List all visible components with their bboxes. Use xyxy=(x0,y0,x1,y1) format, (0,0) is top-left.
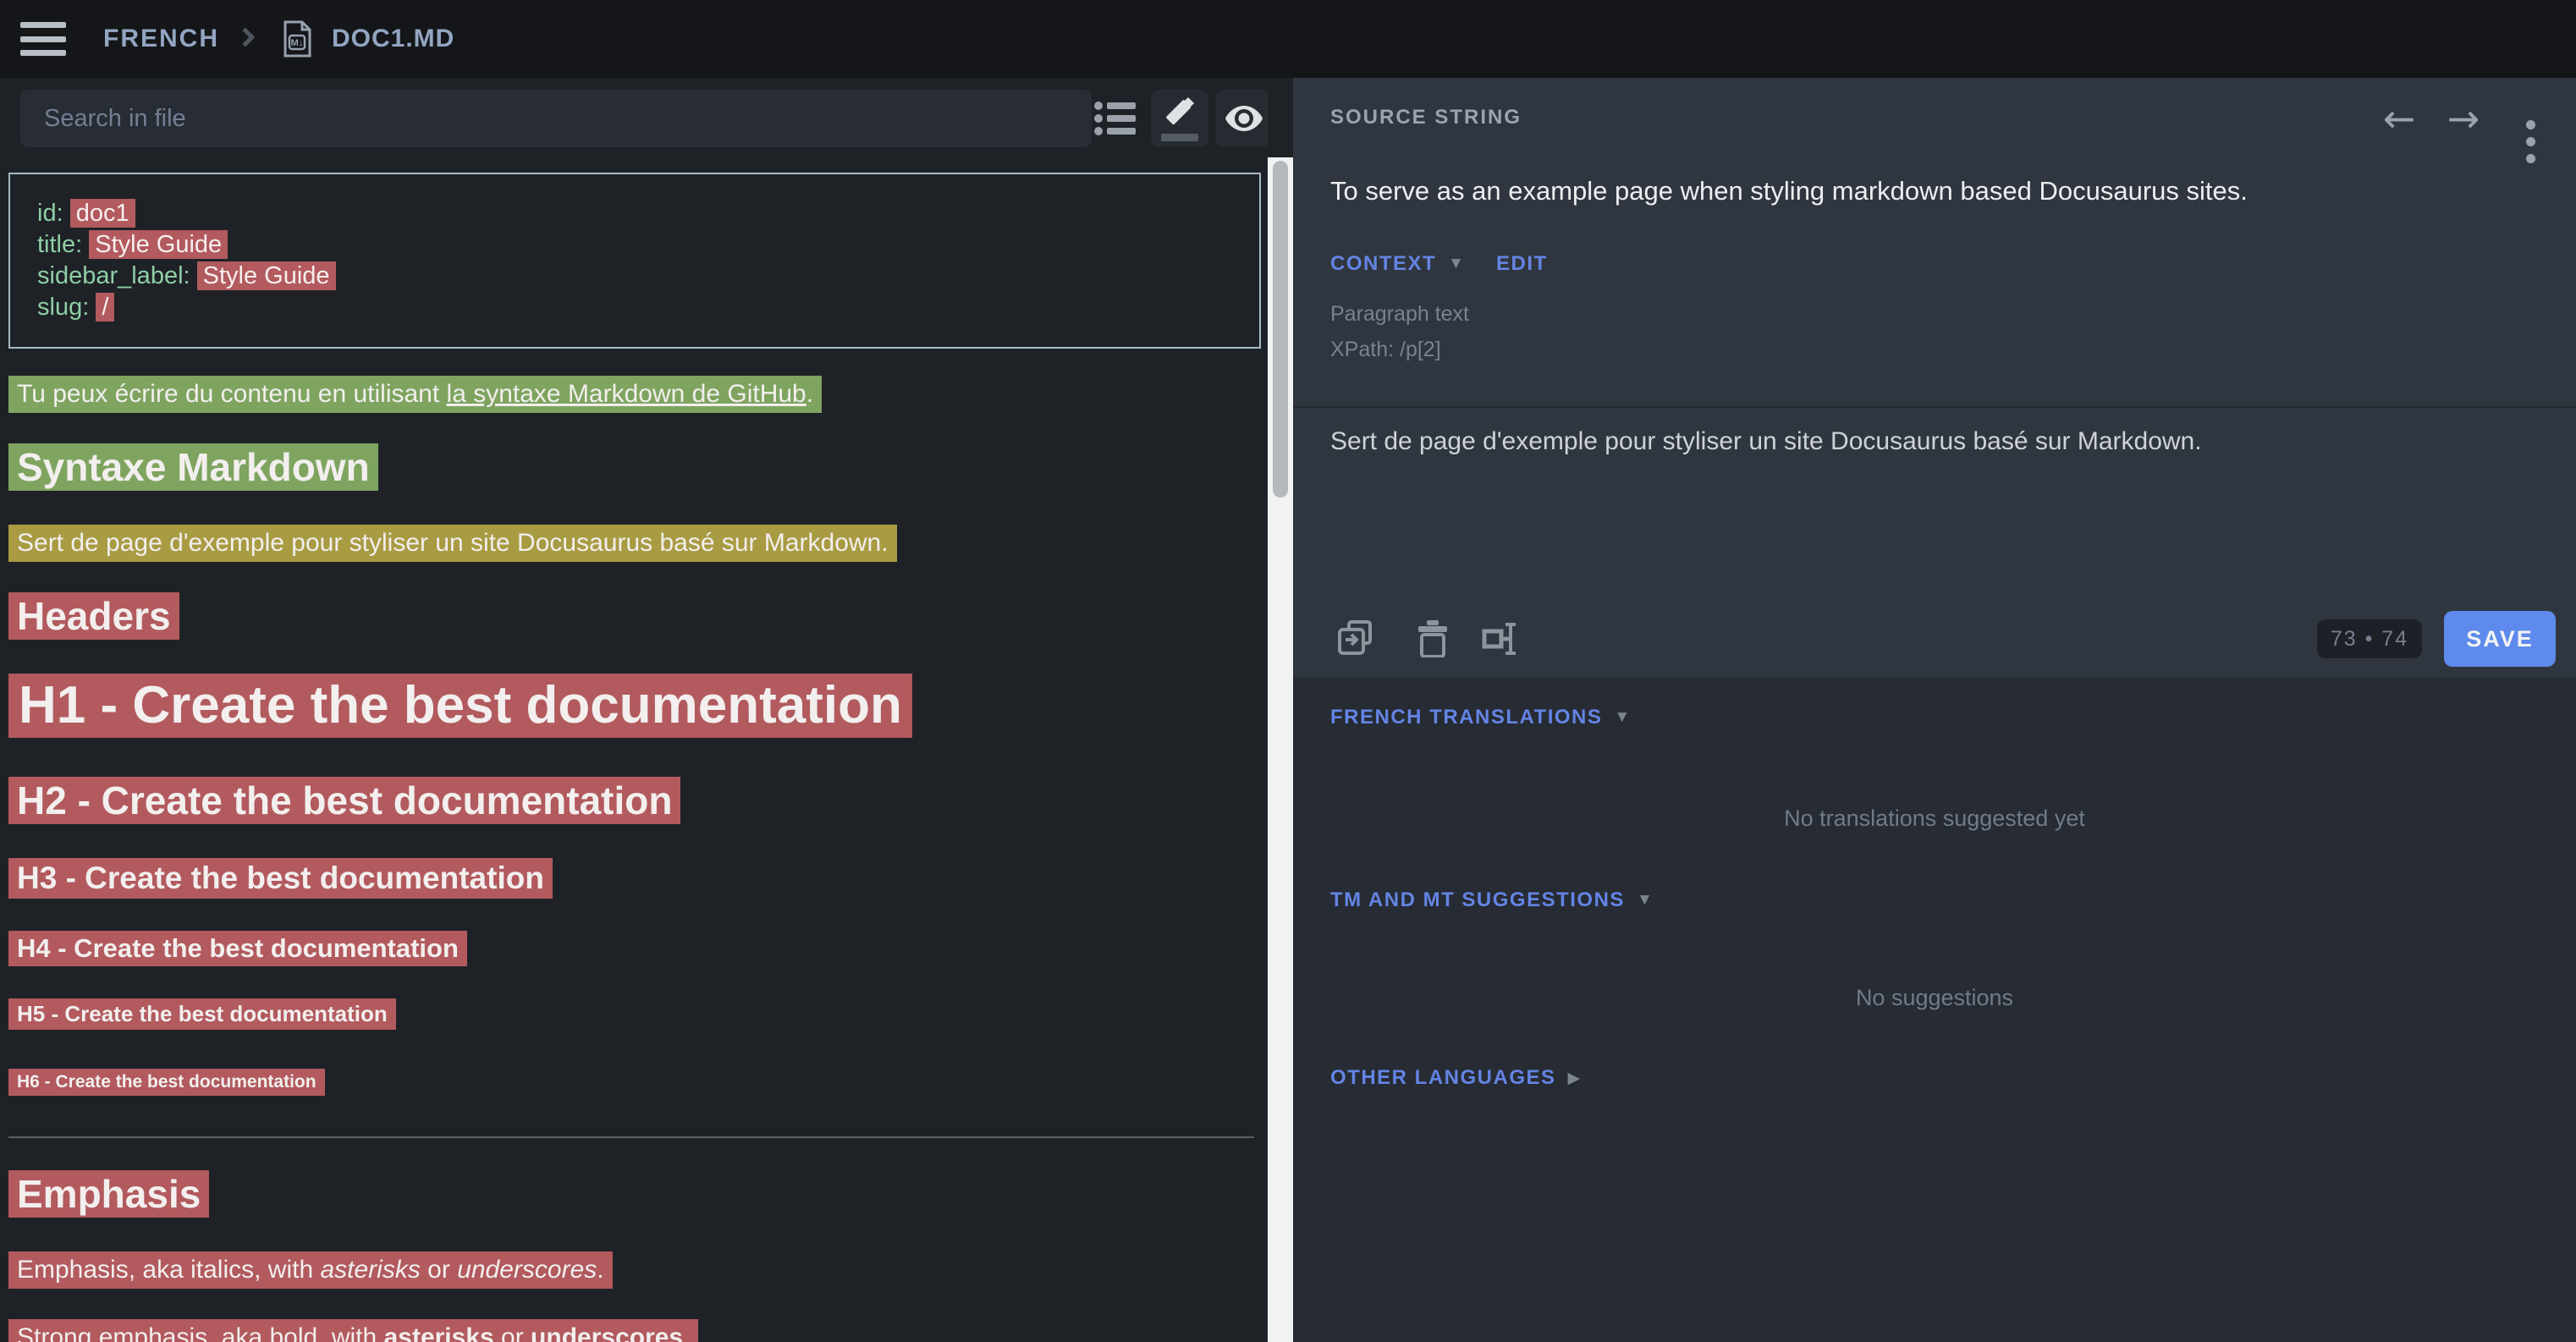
frontmatter-key: id: xyxy=(37,200,70,227)
frontmatter-line: sidebar_label: Style Guide xyxy=(37,261,1232,292)
document-body: Tu peux écrire du contenu en utilisant l… xyxy=(8,376,1261,1342)
chevron-right-icon: ▶ xyxy=(1568,1069,1581,1088)
doc-string[interactable]: Emphasis xyxy=(8,1170,209,1218)
frontmatter-line: id: doc1 xyxy=(37,198,1232,229)
frontmatter-line: slug: / xyxy=(37,292,1232,323)
next-string-icon[interactable]: → xyxy=(2438,95,2489,142)
svg-text:M↓: M↓ xyxy=(291,38,304,48)
doc-string[interactable]: H1 - Create the best documentation xyxy=(8,674,912,738)
tm-section-toggle[interactable]: TM AND MT SUGGESTIONS xyxy=(1330,888,1625,912)
text-segment: H5 - Create the best documentation xyxy=(17,1001,388,1026)
doc-string[interactable]: H2 - Create the best documentation xyxy=(8,777,680,824)
text-segment: . xyxy=(683,1323,690,1342)
doc-string-selected[interactable]: Sert de page d'exemple pour styliser un … xyxy=(8,525,897,562)
text-segment: H6 - Create the best documentation xyxy=(17,1072,316,1092)
section-divider xyxy=(1293,406,2576,408)
text-segment: Emphasis xyxy=(17,1172,201,1216)
doc-string[interactable]: H3 - Create the best documentation xyxy=(8,858,553,899)
character-counter: 73 • 74 xyxy=(2317,619,2422,658)
text-segment: Headers xyxy=(17,594,171,638)
text-segment: Syntaxe Markdown xyxy=(17,445,370,489)
preview-eye-icon[interactable] xyxy=(1215,90,1268,147)
markdown-file-icon: M↓ xyxy=(283,20,311,58)
translation-panel: SOURCE STRING ← → To serve as an example… xyxy=(1293,78,2576,1342)
context-line: XPath: /p[2] xyxy=(1330,332,1469,367)
text-segment: underscores xyxy=(531,1323,683,1342)
text-segment: or xyxy=(494,1323,531,1342)
save-button[interactable]: SAVE xyxy=(2444,611,2556,667)
inline-link[interactable]: la syntaxe Markdown de GitHub xyxy=(447,380,806,408)
copy-source-icon[interactable] xyxy=(1334,616,1379,662)
translations-section-toggle[interactable]: FRENCH TRANSLATIONS xyxy=(1330,706,1602,729)
chevron-down-icon: ▼ xyxy=(1448,255,1464,273)
text-segment: H3 - Create the best documentation xyxy=(17,861,544,895)
topbar: FRENCH M↓ DOC1.MD xyxy=(0,0,2576,78)
other-languages-toggle[interactable]: OTHER LANGUAGES xyxy=(1330,1066,1556,1090)
text-segment: . xyxy=(806,380,813,408)
doc-string[interactable]: H6 - Create the best documentation xyxy=(8,1069,325,1096)
chevron-down-icon: ▼ xyxy=(1637,891,1653,910)
edit-context-button[interactable]: EDIT xyxy=(1496,252,1548,276)
frontmatter-key: title: xyxy=(37,231,89,258)
text-segment: underscores xyxy=(457,1256,597,1284)
text-segment: asterisks xyxy=(384,1323,494,1342)
text-segment: . xyxy=(597,1256,603,1284)
doc-string[interactable]: Strong emphasis, aka bold, with asterisk… xyxy=(8,1319,698,1342)
scrollbar-thumb[interactable] xyxy=(1273,161,1288,498)
text-segment: or xyxy=(421,1256,457,1284)
text-segment: H2 - Create the best documentation xyxy=(17,778,672,822)
horizontal-rule xyxy=(8,1136,1254,1138)
frontmatter-value[interactable]: / xyxy=(96,293,114,322)
special-characters-icon[interactable] xyxy=(1478,616,1523,662)
breadcrumb-file[interactable]: DOC1.MD xyxy=(332,25,454,53)
tm-empty-message: No suggestions xyxy=(1293,985,2576,1011)
frontmatter-key: sidebar_label: xyxy=(37,262,197,289)
frontmatter-value[interactable]: Style Guide xyxy=(89,230,228,259)
doc-string[interactable]: Emphasis, aka italics, with asterisks or… xyxy=(8,1251,613,1289)
doc-string[interactable]: Tu peux écrire du contenu en utilisant l… xyxy=(8,376,822,413)
frontmatter-value[interactable]: doc1 xyxy=(70,199,135,228)
text-segment: Strong emphasis, aka bold, with xyxy=(17,1323,384,1342)
more-options-icon[interactable] xyxy=(2505,95,2556,142)
delete-translation-icon[interactable] xyxy=(1410,616,1456,662)
context-line: Paragraph text xyxy=(1330,296,1469,332)
text-segment: asterisks xyxy=(320,1256,420,1284)
context-info: Paragraph text XPath: /p[2] xyxy=(1330,296,1469,367)
doc-string[interactable]: H4 - Create the best documentation xyxy=(8,931,467,966)
doc-string[interactable]: H5 - Create the best documentation xyxy=(8,998,396,1030)
chevron-right-icon xyxy=(236,28,256,47)
text-segment: Tu peux écrire du contenu en utilisant xyxy=(17,380,447,408)
menu-icon[interactable] xyxy=(20,22,66,56)
editor-panel: id: doc1title: Style Guidesidebar_label:… xyxy=(0,78,1268,1342)
edit-mode-icon[interactable] xyxy=(1151,90,1208,147)
frontmatter-value[interactable]: Style Guide xyxy=(197,261,336,290)
translation-input[interactable] xyxy=(1330,425,2540,594)
frontmatter-key: slug: xyxy=(37,294,96,321)
context-toggle[interactable]: CONTEXT xyxy=(1330,252,1436,276)
document-preview: id: doc1title: Style Guidesidebar_label:… xyxy=(8,173,1261,1342)
doc-string[interactable]: Syntaxe Markdown xyxy=(8,443,378,491)
previous-string-icon[interactable]: ← xyxy=(2374,95,2425,142)
text-segment: H4 - Create the best documentation xyxy=(17,933,459,963)
active-indicator xyxy=(1161,134,1198,141)
text-segment: Sert de page d'exemple pour styliser un … xyxy=(17,529,889,557)
breadcrumb-project[interactable]: FRENCH xyxy=(103,25,219,53)
translations-empty-message: No translations suggested yet xyxy=(1293,806,2576,832)
source-string-label: SOURCE STRING xyxy=(1330,106,1522,129)
doc-string[interactable]: Headers xyxy=(8,592,179,640)
text-segment: H1 - Create the best documentation xyxy=(19,676,902,734)
text-segment: Emphasis, aka italics, with xyxy=(17,1256,320,1284)
source-string-text: To serve as an example page when styling… xyxy=(1330,176,2515,206)
frontmatter-line: title: Style Guide xyxy=(37,229,1232,261)
frontmatter-block: id: doc1title: Style Guidesidebar_label:… xyxy=(8,173,1261,349)
search-input[interactable] xyxy=(20,90,1092,147)
strings-list-icon[interactable] xyxy=(1088,90,1142,147)
chevron-down-icon: ▼ xyxy=(1614,708,1630,727)
scrollbar-track[interactable] xyxy=(1268,157,1293,1342)
